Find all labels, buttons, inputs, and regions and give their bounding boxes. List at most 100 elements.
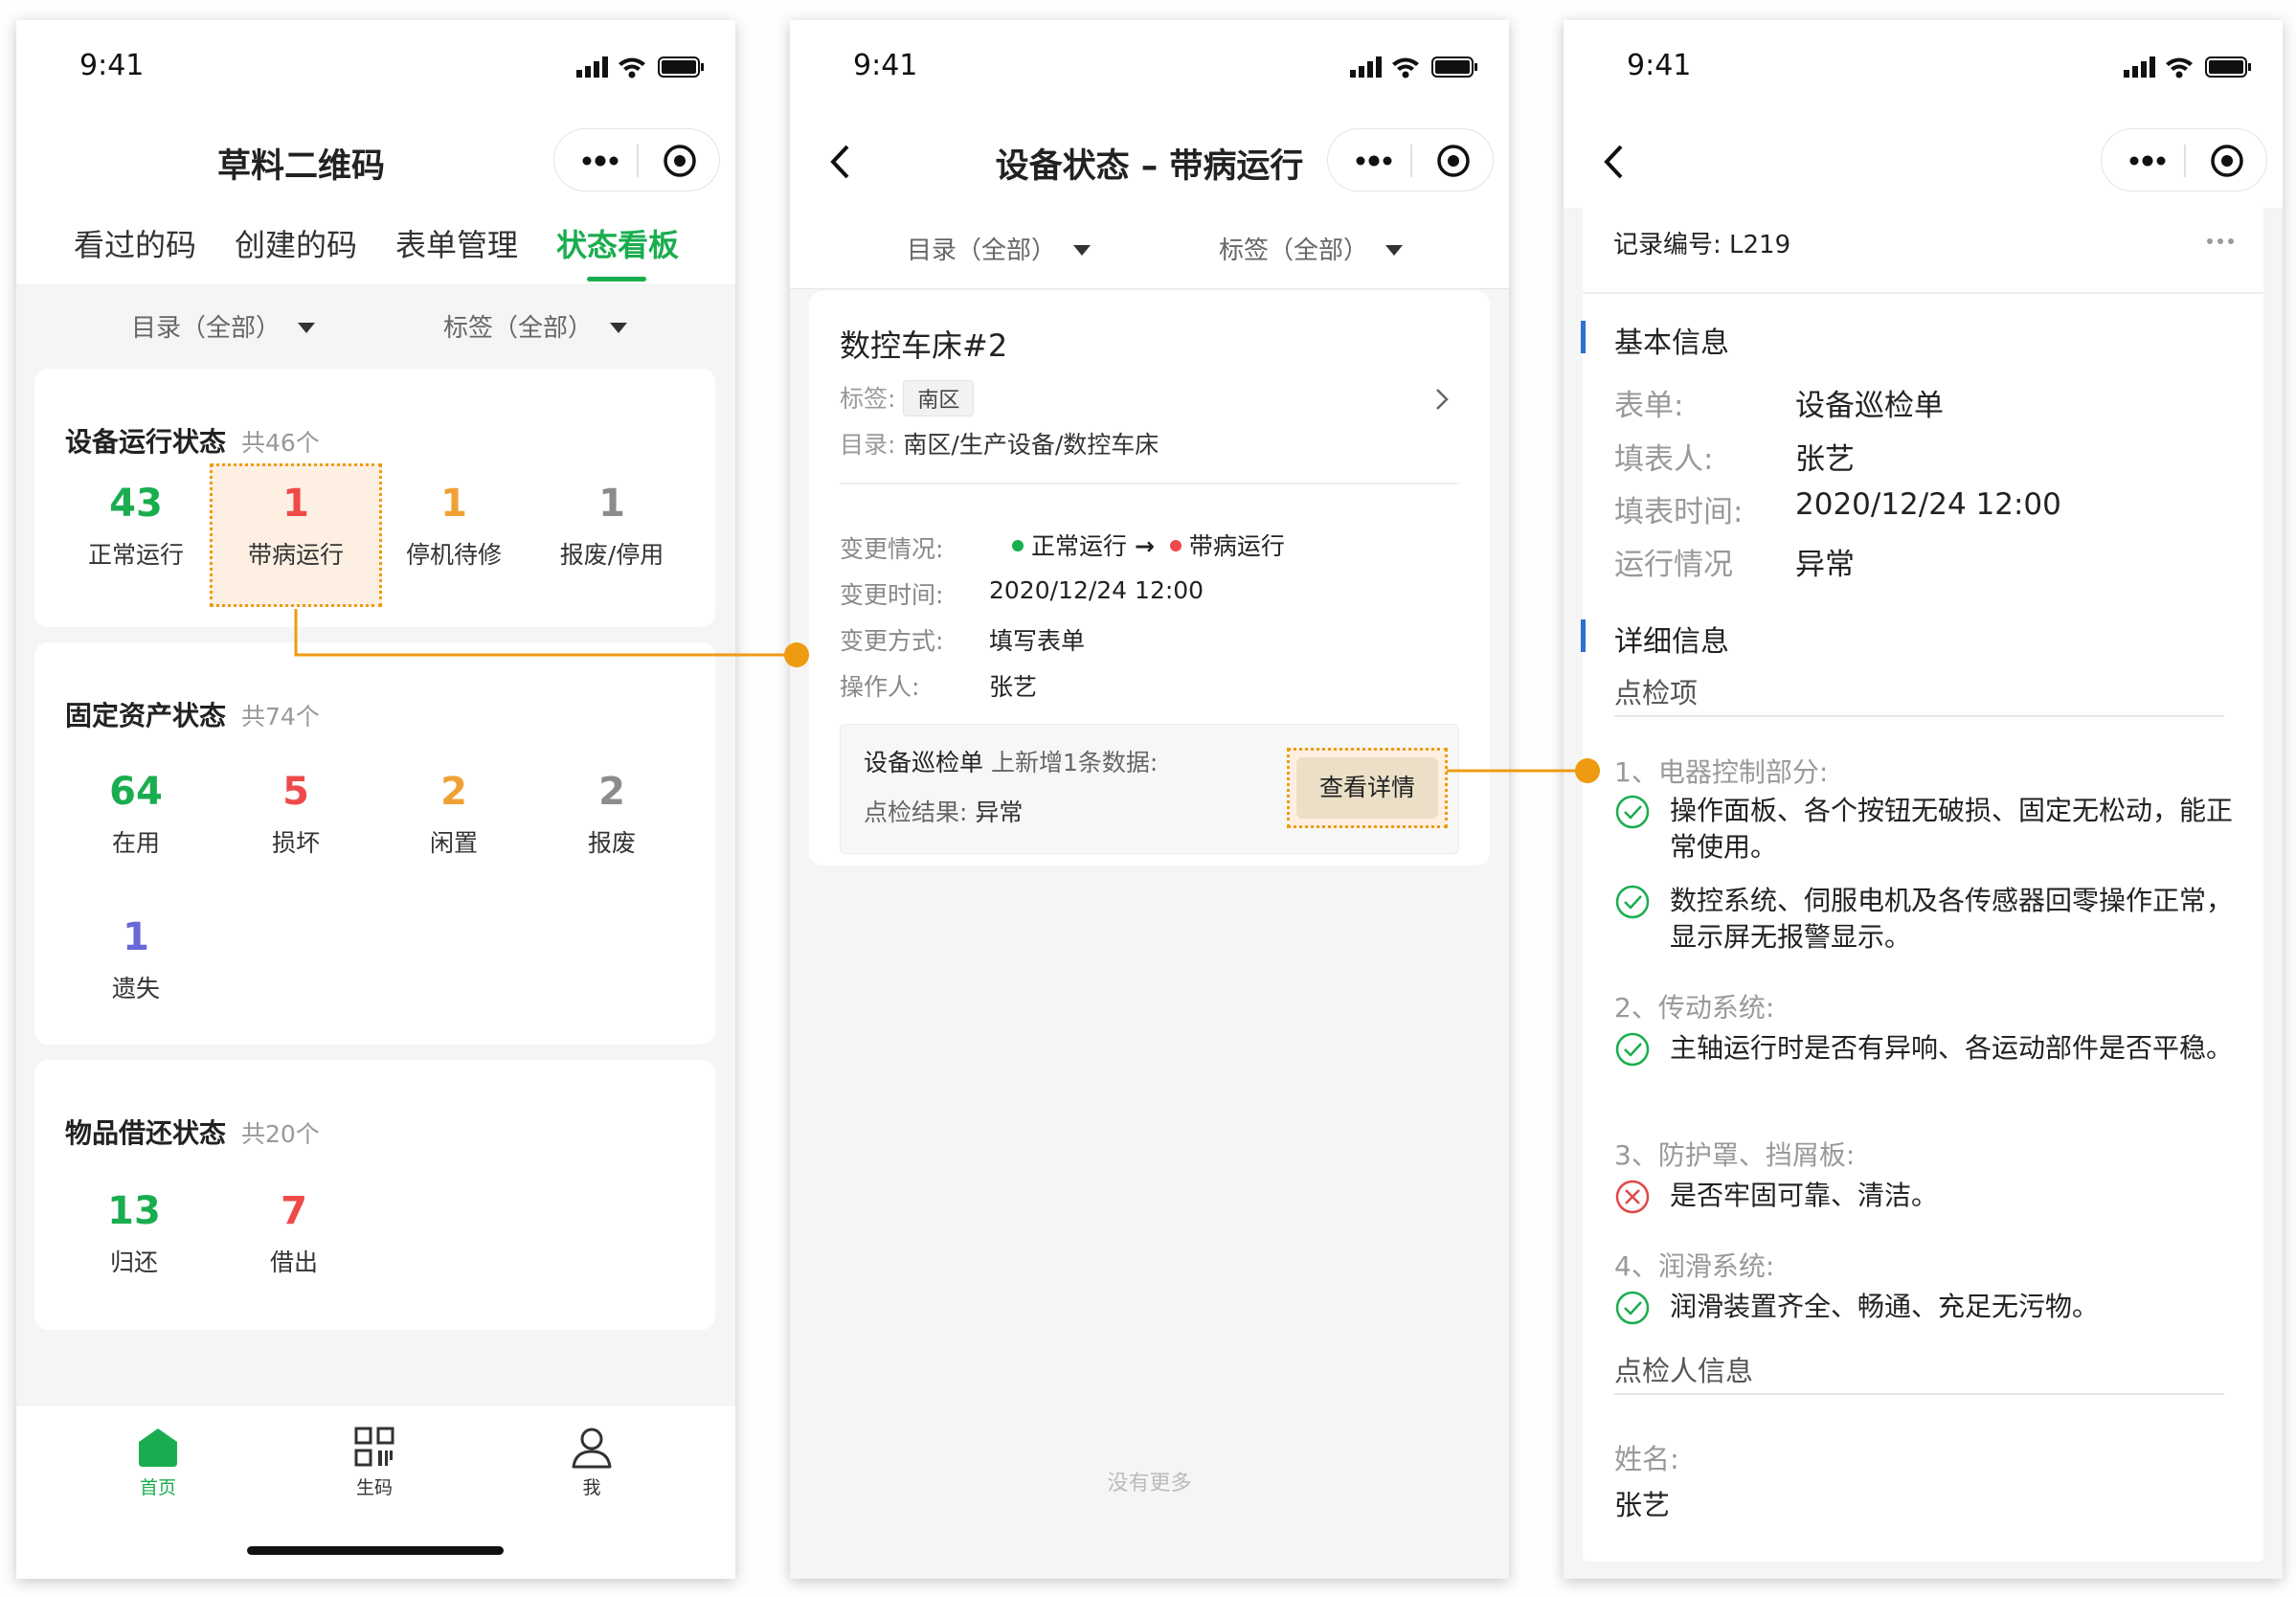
tab-status-board[interactable]: 状态看板 xyxy=(556,221,679,265)
more-icon[interactable] xyxy=(2128,150,2167,171)
filter-tag[interactable]: 标签（全部） xyxy=(1219,231,1404,266)
status-bar: 9:41 xyxy=(16,20,735,116)
chevron-right-icon xyxy=(1436,389,1449,410)
more-icon[interactable] xyxy=(581,150,619,171)
stat-borrowed[interactable]: 7 借出 xyxy=(215,1188,372,1278)
filter-directory[interactable]: 目录（全部） xyxy=(131,308,316,344)
filter-directory[interactable]: 目录（全部） xyxy=(907,231,1092,266)
record-form: 设备巡检单 xyxy=(864,749,984,776)
stat-label: 遗失 xyxy=(111,975,160,1002)
nav-me[interactable]: 我 xyxy=(525,1427,659,1499)
status-bar: 9:41 xyxy=(1564,20,2283,116)
mini-program-capsule xyxy=(2101,128,2267,191)
stat-in-use[interactable]: 64 在用 xyxy=(57,769,214,859)
tab-created-codes[interactable]: 创建的码 xyxy=(235,221,357,265)
tag-chip: 南区 xyxy=(903,380,975,416)
check-item-text: 数控系统、伺服电机及各传感器回零操作正常，显示屏无报警显示。 xyxy=(1670,885,2234,953)
stat-value: 13 xyxy=(107,1189,161,1233)
record-detail-card: 记录编号: L219 基本信息 表单: 设备巡检单 填表人: 张艺 填表时间: … xyxy=(1581,202,2263,1562)
stat-label: 借出 xyxy=(269,1248,318,1276)
caret-down-icon xyxy=(1385,245,1404,256)
device-card[interactable]: 数控车床#2 标签: 南区 目录: 南区/生产设备/数控车床 变更情况: 正常运… xyxy=(809,291,1490,866)
nav-home[interactable]: 首页 xyxy=(91,1427,225,1499)
name-label: 姓名: xyxy=(1614,1443,1679,1475)
phone-dashboard: 9:41 草料二维码 看过的码 创建的码 表单管理 状态看板 目录（全部） 标签… xyxy=(16,20,735,1579)
stat-value: 2 xyxy=(440,770,467,814)
stat-value: 7 xyxy=(281,1189,307,1233)
stat-lost[interactable]: 1 遗失 xyxy=(57,914,214,1004)
status-time: 9:41 xyxy=(853,49,918,82)
close-target-icon[interactable] xyxy=(2209,143,2245,179)
basic-label: 填表人: xyxy=(1614,442,1714,477)
divider xyxy=(840,483,1459,484)
filter-directory-label: 目录（全部） xyxy=(907,236,1057,265)
more-icon[interactable] xyxy=(2206,236,2235,246)
record-number: 记录编号: L219 xyxy=(1613,231,1791,259)
stat-stopped-repair[interactable]: 1 停机待修 xyxy=(375,481,532,571)
change-to: 带病运行 xyxy=(1188,532,1285,560)
nav-bar: 设备状态 – 带病运行 xyxy=(790,116,1509,208)
stat-value: 2 xyxy=(598,770,625,814)
filter-tag[interactable]: 标签（全部） xyxy=(443,308,628,344)
stat-damaged[interactable]: 5 损坏 xyxy=(217,769,374,859)
basic-value: 2020/12/24 12:00 xyxy=(1795,487,2061,522)
tab-form-management[interactable]: 表单管理 xyxy=(395,221,518,265)
divider xyxy=(1614,1393,2224,1395)
nav-home-label: 首页 xyxy=(139,1477,176,1498)
status-bar: 9:41 xyxy=(790,20,1509,116)
filter-bar: 目录（全部） 标签（全部） xyxy=(16,285,735,366)
divider xyxy=(1614,715,2224,717)
more-icon[interactable] xyxy=(1355,150,1393,171)
tag-row: 标签: 南区 xyxy=(840,380,975,416)
nav-me-label: 我 xyxy=(582,1477,601,1498)
tab-viewed-codes[interactable]: 看过的码 xyxy=(74,221,196,265)
capsule-divider xyxy=(637,145,639,177)
result-label: 点检结果: xyxy=(864,798,968,826)
nav-generate[interactable]: 生码 xyxy=(307,1427,441,1499)
card-title: 物品借还状态 共20个 xyxy=(65,1113,320,1151)
card-count: 共74个 xyxy=(241,703,320,731)
section-bar xyxy=(1581,619,1586,652)
nav-bar: 草料二维码 xyxy=(16,116,735,208)
phone-record-detail: 9:41 记录编号: L219 基本信息 表单: 设备巡检单 填表人: 张艺 填… xyxy=(1564,20,2283,1579)
change-label: 变更情况: xyxy=(840,535,944,563)
method-label: 变更方式: xyxy=(840,627,944,655)
result-line: 点检结果: 异常 xyxy=(864,794,1023,828)
filter-tag-label: 标签（全部） xyxy=(443,314,594,343)
filter-directory-label: 目录（全部） xyxy=(131,314,281,343)
result-value: 异常 xyxy=(975,798,1024,826)
tag-label: 标签: xyxy=(840,385,896,413)
group-title: 1、电器控制部分: xyxy=(1614,756,1829,788)
stat-label: 闲置 xyxy=(429,829,478,857)
group-title: 4、润滑系统: xyxy=(1614,1250,1775,1282)
stat-value: 5 xyxy=(282,770,309,814)
stat-normal-running[interactable]: 43 正常运行 xyxy=(57,481,214,571)
card-count: 共46个 xyxy=(241,429,320,457)
stat-scrap[interactable]: 2 报废 xyxy=(533,769,690,859)
basic-info-title: 基本信息 xyxy=(1614,326,1729,360)
divider xyxy=(1583,292,2263,294)
stat-value: 1 xyxy=(282,482,309,526)
home-indicator xyxy=(247,1546,504,1555)
stat-value: 1 xyxy=(598,482,625,526)
view-detail-button[interactable]: 查看详情 xyxy=(1296,757,1438,819)
stat-idle[interactable]: 2 闲置 xyxy=(375,769,532,859)
cross-circle-icon xyxy=(1615,1180,1650,1214)
basic-value: 异常 xyxy=(1795,548,1855,582)
back-arrow-icon[interactable] xyxy=(1602,143,1625,181)
stat-sick-running[interactable]: 1 带病运行 xyxy=(217,481,374,571)
operator-label: 操作人: xyxy=(840,673,920,701)
status-dot-green xyxy=(1012,540,1024,551)
no-more-text: 没有更多 xyxy=(1107,1472,1192,1496)
close-target-icon[interactable] xyxy=(1435,143,1472,179)
stat-scrapped[interactable]: 1 报废/停用 xyxy=(533,481,690,571)
basic-value: 设备巡检单 xyxy=(1795,389,1944,423)
user-icon xyxy=(572,1428,612,1469)
card-title: 设备运行状态 共46个 xyxy=(65,421,320,460)
name-value: 张艺 xyxy=(1614,1489,1671,1521)
stat-returned[interactable]: 13 归还 xyxy=(56,1188,213,1278)
record-box: 设备巡检单 上新增1条数据: 点检结果: 异常 查看详情 xyxy=(840,724,1459,854)
close-target-icon[interactable] xyxy=(662,143,698,179)
basic-value: 张艺 xyxy=(1795,442,1855,477)
stat-label: 在用 xyxy=(111,829,160,857)
